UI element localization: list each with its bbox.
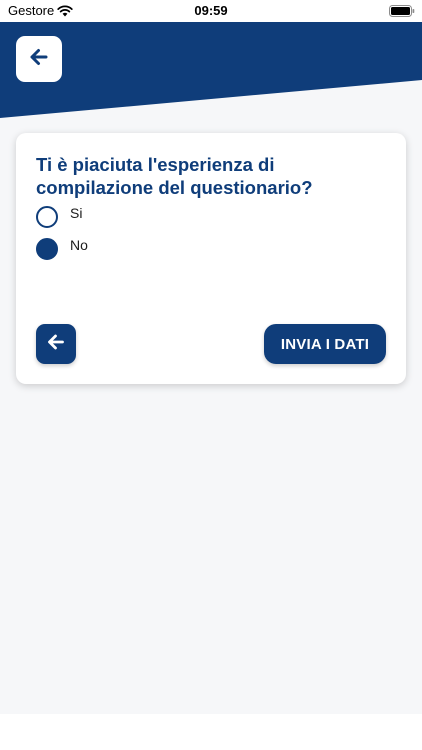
option-label-no: No (70, 237, 88, 253)
option-si[interactable]: Si (36, 205, 83, 228)
arrow-left-icon (47, 334, 65, 355)
option-no[interactable]: No (36, 237, 88, 260)
previous-button[interactable] (36, 324, 76, 364)
radio-button-no[interactable] (36, 238, 58, 260)
status-bar: Gestore 09:59 (0, 0, 422, 22)
bottom-strip (0, 714, 422, 750)
option-label-si: Si (70, 205, 83, 221)
submit-label: INVIA I DATI (280, 335, 370, 353)
back-button[interactable] (16, 36, 62, 82)
arrow-left-icon (29, 48, 49, 71)
radio-button-si[interactable] (36, 206, 58, 228)
clock: 09:59 (194, 3, 228, 18)
question-text: Ti è piaciuta l'esperienza di compilazio… (36, 154, 313, 198)
battery-icon (389, 4, 415, 17)
question-card: Ti è piaciuta l'esperienza di compilazio… (16, 133, 406, 384)
submit-button[interactable]: INVIA I DATI (264, 324, 386, 364)
header-band (0, 22, 422, 118)
